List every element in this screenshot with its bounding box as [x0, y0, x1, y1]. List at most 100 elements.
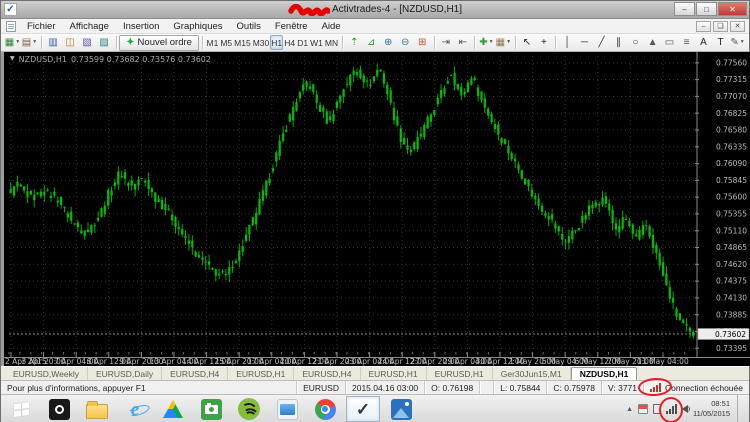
crosshair-icon[interactable]: + — [535, 35, 552, 51]
minimize-button[interactable]: – — [674, 2, 695, 16]
window-title: Activtrades-4 - [NZDUSD,H1] — [332, 4, 462, 15]
chart-document-icon — [6, 21, 16, 32]
app-grid-icon[interactable] — [42, 396, 76, 422]
chart-tab-ger30jun15-m1[interactable]: Ger30Jun15,M1 — [493, 367, 571, 380]
timeframe-m15[interactable]: M15 — [233, 35, 252, 50]
svg-text:0.77070: 0.77070 — [716, 92, 747, 101]
volume-icon[interactable] — [682, 405, 688, 413]
menu-fichier[interactable]: Fichier — [20, 21, 63, 32]
chart-area[interactable]: ▼ NZDUSD,H1 0.73599 0.73682 0.73576 0.73… — [1, 52, 749, 366]
navigator-icon[interactable]: ▧ — [79, 35, 96, 51]
chart-tab-eurusd-h4[interactable]: EURUSD,H4 — [162, 367, 228, 380]
toolbar-separator — [202, 36, 203, 49]
timeframe-m1[interactable]: M1 — [206, 35, 220, 50]
maximize-button[interactable]: □ — [696, 2, 717, 16]
auto-scroll-icon[interactable]: ⇥ — [437, 35, 454, 51]
menu-fenetre[interactable]: Fenêtre — [268, 21, 315, 32]
menu-insertion[interactable]: Insertion — [116, 21, 166, 32]
chart-tab-eurusd-h1[interactable]: EURUSD,H1 — [228, 367, 294, 380]
menu-bar: FichierAffichageInsertionGraphiquesOutil… — [1, 19, 749, 34]
horizontal-line-icon[interactable]: ─ — [576, 35, 593, 51]
svg-text:11 May 04:00: 11 May 04:00 — [637, 357, 689, 366]
terminal-icon[interactable]: ▨ — [96, 35, 113, 51]
candlestick-chart[interactable]: 0.775600.773150.770700.768250.765800.763… — [1, 52, 750, 366]
status-datetime: 2015.04.16 03:00 — [345, 381, 424, 394]
rectangle-icon[interactable]: ▭ — [661, 35, 678, 51]
child-minimize-button[interactable]: – — [696, 21, 711, 32]
objects-window-icon[interactable]: ⊿ — [363, 35, 380, 51]
chart-shift-icon[interactable]: ⇤ — [454, 35, 471, 51]
cursor-icon[interactable]: ↖ — [518, 35, 535, 51]
eject-media-icon[interactable] — [653, 404, 661, 414]
timeframe-h1[interactable]: H1 — [270, 35, 283, 50]
toolbar: ▦▼▤▼▥◫▧▨✦Nouvel ordreM1M5M15M30H1H4D1W1M… — [1, 34, 749, 52]
menu-aide[interactable]: Aide — [315, 21, 348, 32]
menu-affichage[interactable]: Affichage — [63, 21, 116, 32]
timeframe-h4[interactable]: H4 — [283, 35, 296, 50]
text-icon[interactable]: A — [695, 35, 712, 51]
shapes-icon[interactable]: ✎▼ — [729, 35, 746, 51]
camera-app-icon[interactable] — [194, 396, 228, 422]
zoom-out-icon[interactable]: ⊖ — [397, 35, 414, 51]
taskbar: e ✓ ▲ 08:51 11/05/2015 — [1, 394, 749, 422]
start-button[interactable] — [4, 396, 38, 422]
ellipse-icon[interactable]: ○ — [627, 35, 644, 51]
plus-icon: ✦ — [126, 37, 134, 48]
hidden-icons-chevron[interactable]: ▲ — [626, 406, 633, 413]
toolbar-separator — [515, 36, 516, 49]
google-drive-icon[interactable] — [156, 396, 190, 422]
photos-app-icon[interactable] — [384, 396, 418, 422]
zoom-in-icon[interactable]: ⊕ — [380, 35, 397, 51]
new-chart-icon[interactable]: ▦▼ — [4, 35, 21, 51]
status-bar: Pour plus d'informations, appuyer F1 EUR… — [1, 380, 749, 394]
tile-windows-icon[interactable]: ⊞ — [414, 35, 431, 51]
new-order-button[interactable]: ✦Nouvel ordre — [119, 35, 199, 51]
market-watch-icon[interactable]: ▥ — [45, 35, 62, 51]
profiles-icon[interactable]: ▤▼ — [21, 35, 38, 51]
messaging-app-icon[interactable] — [270, 396, 304, 422]
indicator-window-icon[interactable]: ⇡ — [346, 35, 363, 51]
data-window-icon[interactable]: ◫ — [62, 35, 79, 51]
close-button[interactable]: ✕ — [718, 2, 747, 16]
label-icon[interactable]: T — [712, 35, 729, 51]
tray-app-icon[interactable] — [638, 404, 648, 414]
timeframe-d1[interactable]: D1 — [296, 35, 309, 50]
toolbar-separator — [474, 36, 475, 49]
indicators-icon[interactable]: ✚▼ — [478, 35, 495, 51]
network-status-icon[interactable] — [666, 404, 677, 414]
toolbar-separator — [41, 36, 42, 49]
show-desktop-button[interactable] — [737, 395, 742, 422]
chart-tab-eurusd-daily[interactable]: EURUSD,Daily — [88, 367, 162, 380]
chart-tab-eurusd-h4[interactable]: EURUSD,H4 — [294, 367, 360, 380]
templates-icon[interactable]: ▦▼ — [495, 35, 512, 51]
child-close-button[interactable]: ✕ — [730, 21, 745, 32]
connection-status[interactable]: Connection échouée — [643, 381, 749, 394]
activtrades-taskbar-icon[interactable]: ✓ — [346, 396, 380, 422]
timeframe-m30[interactable]: M30 — [252, 35, 271, 50]
svg-text:0.75355: 0.75355 — [716, 210, 747, 219]
file-explorer-icon[interactable] — [80, 396, 114, 422]
chart-tab-eurusd-h1[interactable]: EURUSD,H1 — [361, 367, 427, 380]
internet-explorer-icon[interactable]: e — [118, 396, 152, 422]
chrome-icon[interactable] — [308, 396, 342, 422]
triangle-icon[interactable]: ▲ — [644, 35, 661, 51]
tray-clock[interactable]: 08:51 11/05/2015 — [693, 399, 730, 419]
trendline-icon[interactable]: ╱ — [593, 35, 610, 51]
vertical-line-icon[interactable]: │ — [559, 35, 576, 51]
chart-tab-eurusd-weekly[interactable]: EURUSD,Weekly — [5, 367, 88, 380]
collapse-icon[interactable]: ▼ — [10, 55, 15, 64]
timeframe-m5[interactable]: M5 — [219, 35, 233, 50]
chart-tab-nzdusd-h1[interactable]: NZDUSD,H1 — [571, 367, 638, 380]
spotify-icon[interactable] — [232, 396, 266, 422]
channel-icon[interactable]: ∥ — [610, 35, 627, 51]
timeframe-mn[interactable]: MN — [324, 35, 339, 50]
svg-text:0.73602: 0.73602 — [715, 330, 746, 339]
fibonacci-icon[interactable]: ≡ — [678, 35, 695, 51]
svg-text:0.76335: 0.76335 — [716, 142, 747, 151]
child-restore-button[interactable]: ❏ — [713, 21, 728, 32]
menu-outils[interactable]: Outils — [230, 21, 268, 32]
connection-status-text: Connection échouée — [665, 383, 743, 393]
chart-tab-eurusd-h1[interactable]: EURUSD,H1 — [427, 367, 493, 380]
menu-graphiques[interactable]: Graphiques — [166, 21, 229, 32]
timeframe-w1[interactable]: W1 — [309, 35, 324, 50]
